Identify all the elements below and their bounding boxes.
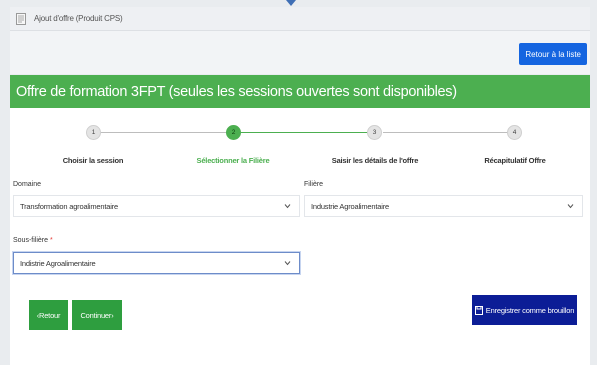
step-2-label: Sélectionner la Filière <box>196 156 270 165</box>
continue-button-label: Continuer <box>80 310 112 320</box>
document-icon <box>16 12 26 25</box>
domaine-select[interactable]: Transformation agroalimentaire <box>13 195 300 217</box>
step-3-circle[interactable]: 3 <box>367 125 382 140</box>
back-button[interactable]: ‹ Retour <box>29 300 68 330</box>
page-titlebar: Ajout d'offre (Produit CPS) <box>10 7 590 31</box>
stepper: 1 2 3 4 Choisir la session Sélectionner … <box>10 108 590 165</box>
step-1-label: Choisir la session <box>62 156 124 165</box>
save-icon <box>474 305 483 315</box>
toolbar: Retour à la liste <box>10 31 590 74</box>
sous-filiere-label-text: Sous-filière <box>13 237 49 244</box>
step-connector-3 <box>383 132 515 133</box>
required-mark: * <box>49 237 53 244</box>
filiere-label: Filière <box>304 181 324 188</box>
chevron-right-icon: › <box>111 310 114 320</box>
sous-filiere-value: Indistrie Agroalimentaire <box>20 258 96 268</box>
step-connector-2 <box>241 132 375 133</box>
card-header: Offre de formation 3FPT (seules les sess… <box>10 75 590 108</box>
save-draft-label: Enregistrer comme brouillon <box>485 305 575 315</box>
back-to-list-button[interactable]: Retour à la liste <box>519 43 587 65</box>
filiere-select[interactable]: Industrie Agroalimentaire <box>304 195 583 217</box>
step-4-label: Récapitulatif Offre <box>484 156 546 165</box>
continue-button[interactable]: Continuer › <box>72 300 122 330</box>
step-connector-1 <box>101 132 233 133</box>
chevron-down-icon <box>284 261 291 266</box>
step-1-circle[interactable]: 1 <box>86 125 101 140</box>
chevron-down-icon <box>567 204 574 209</box>
chevron-down-icon <box>284 204 291 209</box>
filiere-value: Industrie Agroalimentaire <box>311 201 389 211</box>
sous-filiere-select[interactable]: Indistrie Agroalimentaire <box>13 252 300 274</box>
scroll-down-caret-icon[interactable] <box>286 0 296 6</box>
step-3-label: Saisir les détails de l'offre <box>331 156 419 165</box>
save-draft-button[interactable]: Enregistrer comme brouillon <box>472 295 577 325</box>
sous-filiere-label: Sous-filière * <box>13 237 53 244</box>
card-title: Offre de formation 3FPT (seules les sess… <box>16 83 457 100</box>
domaine-label: Domaine <box>13 181 42 188</box>
back-button-label: Retour <box>39 310 61 320</box>
domaine-value: Transformation agroalimentaire <box>20 201 118 211</box>
page-title: Ajout d'offre (Produit CPS) <box>34 14 123 23</box>
step-4-circle[interactable]: 4 <box>507 125 522 140</box>
step-2-circle[interactable]: 2 <box>226 125 241 140</box>
